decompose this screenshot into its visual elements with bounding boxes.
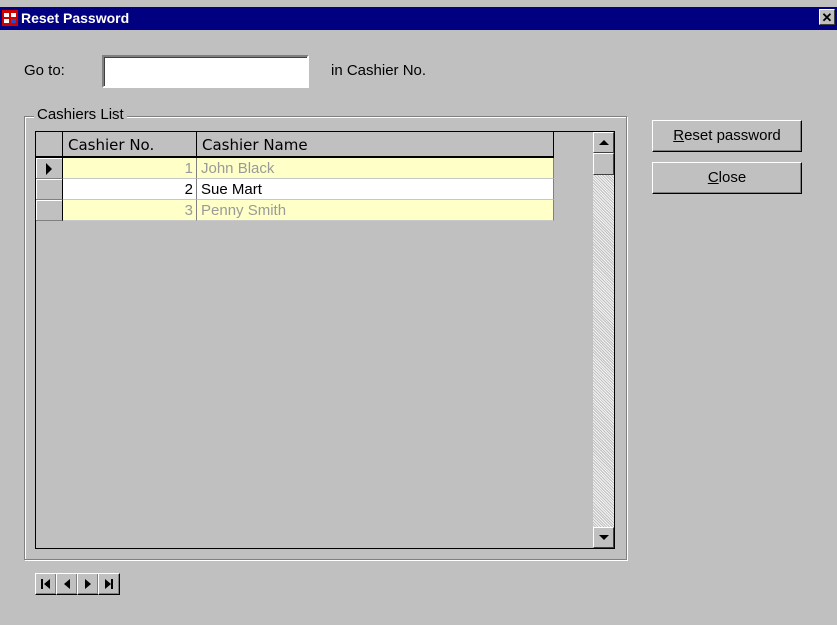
prev-record-button[interactable]: [56, 573, 78, 595]
scroll-thumb[interactable]: [593, 153, 614, 175]
close-icon: ✕: [821, 10, 833, 25]
scroll-down-button[interactable]: [593, 527, 614, 548]
group-title: Cashiers List: [34, 106, 127, 123]
app-grid-icon: [2, 10, 18, 26]
cell-cashier-name[interactable]: John Black: [197, 158, 554, 179]
column-header-cashier-name[interactable]: Cashier Name: [197, 132, 554, 158]
title-bar: Reset Password ✕: [0, 7, 837, 30]
cell-cashier-name[interactable]: Penny Smith: [197, 200, 554, 221]
scroll-up-button[interactable]: [593, 132, 614, 153]
table-row[interactable]: 3 Penny Smith: [36, 200, 554, 221]
goto-input[interactable]: [102, 55, 309, 88]
cell-cashier-no[interactable]: 3: [63, 200, 197, 221]
arrow-down-icon: [599, 535, 609, 540]
cashiers-grid[interactable]: Cashier No. Cashier Name 1 John Black 2 …: [35, 131, 615, 549]
close-window-button[interactable]: ✕: [819, 9, 835, 25]
reset-password-button[interactable]: Reset password: [652, 120, 802, 152]
row-selector[interactable]: [36, 179, 63, 200]
arrow-up-icon: [599, 140, 609, 145]
column-header-cashier-no[interactable]: Cashier No.: [63, 132, 197, 158]
vertical-scrollbar[interactable]: [593, 132, 614, 548]
next-record-button[interactable]: [77, 573, 99, 595]
goto-suffix-label: in Cashier No.: [331, 62, 427, 79]
table-row[interactable]: 2 Sue Mart: [36, 179, 554, 200]
window-title: Reset Password: [21, 10, 130, 26]
table-row[interactable]: 1 John Black: [36, 158, 554, 179]
goto-label: Go to:: [24, 62, 65, 79]
first-record-button[interactable]: [35, 573, 57, 595]
close-button[interactable]: Close: [652, 162, 802, 194]
row-selector[interactable]: [36, 200, 63, 221]
last-record-button[interactable]: [98, 573, 120, 595]
reset-password-label: Reset password: [673, 127, 781, 144]
cell-cashier-no[interactable]: 1: [63, 158, 197, 179]
cell-cashier-no[interactable]: 2: [63, 179, 197, 200]
cell-cashier-name[interactable]: Sue Mart: [197, 179, 554, 200]
row-selector[interactable]: [36, 158, 63, 179]
grid-corner: [36, 132, 63, 158]
close-label: Close: [707, 169, 747, 186]
current-row-pointer-icon: [46, 163, 52, 175]
